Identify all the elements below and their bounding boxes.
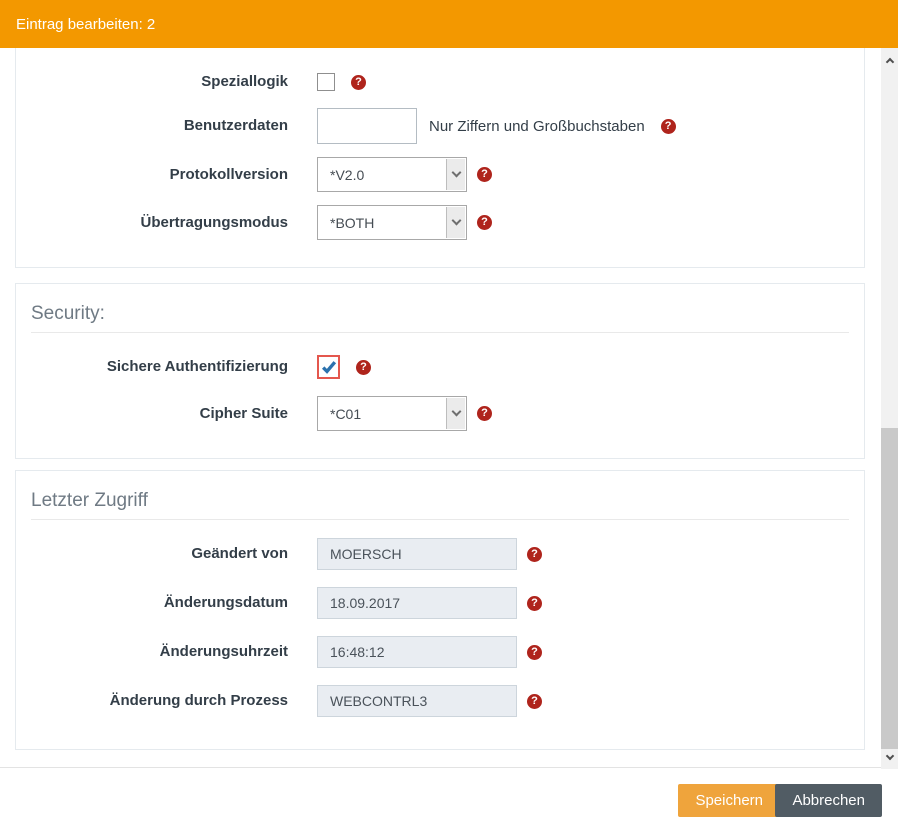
help-icon[interactable]: ? [527,596,542,611]
panel-security: Security: Sichere Authentifizierung ? Ci… [15,283,865,459]
aenderungsuhrzeit-label: Änderungsuhrzeit [16,643,317,661]
uebertragungsmodus-label: Übertragungsmodus [16,214,317,232]
aenderung-durch-prozess-label: Änderung durch Prozess [16,692,317,710]
divider [31,332,849,333]
field-aenderung-durch-prozess: Änderung durch Prozess ? [16,685,864,717]
uebertragungsmodus-select[interactable]: *BOTH [317,205,467,240]
cancel-button[interactable]: Abbrechen [775,784,882,817]
field-aenderungsdatum: Änderungsdatum ? [16,587,864,619]
aenderungsdatum-label: Änderungsdatum [16,594,317,612]
geaendert-von-label: Geändert von [16,545,317,563]
select-value: *V2.0 [318,167,364,183]
help-icon[interactable]: ? [477,167,492,182]
speziallogik-label: Speziallogik [16,73,317,91]
help-icon[interactable]: ? [351,75,366,90]
aenderungsdatum-value [317,587,517,619]
save-button[interactable]: Speichern [678,784,780,817]
dialog-footer: Speichern Abbrechen [0,768,898,832]
select-value: *BOTH [318,215,374,231]
help-icon[interactable]: ? [477,406,492,421]
field-cipher-suite: Cipher Suite *C01 ? [16,396,864,431]
letzter-zugriff-heading: Letzter Zugriff [31,490,849,512]
geaendert-von-value [317,538,517,570]
sichere-authentifizierung-label: Sichere Authentifizierung [16,358,317,376]
help-icon[interactable]: ? [527,645,542,660]
dialog-header: Eintrag bearbeiten: 2 [0,0,898,48]
help-icon[interactable]: ? [356,360,371,375]
panel-letzter-zugriff: Letzter Zugriff Geändert von ? Änderungs… [15,470,865,750]
field-aenderungsuhrzeit: Änderungsuhrzeit ? [16,636,864,668]
benutzerdaten-hint: Nur Ziffern und Großbuchstaben [429,118,645,135]
chevron-down-icon [446,398,465,429]
scrollbar-thumb[interactable] [881,428,898,749]
benutzerdaten-label: Benutzerdaten [16,117,317,135]
field-benutzerdaten: Benutzerdaten Nur Ziffern und Großbuchst… [16,108,864,144]
chevron-down-icon [446,207,465,238]
protokollversion-select[interactable]: *V2.0 [317,157,467,192]
field-protokollversion: Protokollversion *V2.0 ? [16,157,864,192]
vertical-scrollbar[interactable] [881,48,898,769]
field-speziallogik: Speziallogik ? [16,68,864,96]
scroll-down-icon[interactable] [881,749,898,766]
benutzerdaten-input[interactable] [317,108,417,144]
help-icon[interactable]: ? [477,215,492,230]
panel-general: Speziallogik ? Benutzerdaten Nur Ziffern… [15,48,865,268]
aenderungsuhrzeit-value [317,636,517,668]
dialog-title: Eintrag bearbeiten: 2 [16,16,155,33]
check-icon [321,359,337,375]
field-geaendert-von: Geändert von ? [16,538,864,570]
cipher-suite-label: Cipher Suite [16,405,317,423]
speziallogik-checkbox[interactable] [317,73,335,91]
cipher-suite-select[interactable]: *C01 [317,396,467,431]
sichere-authentifizierung-checkbox[interactable] [317,355,340,379]
help-icon[interactable]: ? [661,119,676,134]
help-icon[interactable]: ? [527,547,542,562]
chevron-down-icon [446,159,465,190]
aenderung-durch-prozess-value [317,685,517,717]
field-uebertragungsmodus: Übertragungsmodus *BOTH ? [16,205,864,240]
scroll-up-icon[interactable] [881,51,898,68]
select-value: *C01 [318,406,361,422]
help-icon[interactable]: ? [527,694,542,709]
protokollversion-label: Protokollversion [16,166,317,184]
security-heading: Security: [31,303,849,325]
divider [31,519,849,520]
field-sichere-authentifizierung: Sichere Authentifizierung ? [16,353,864,381]
